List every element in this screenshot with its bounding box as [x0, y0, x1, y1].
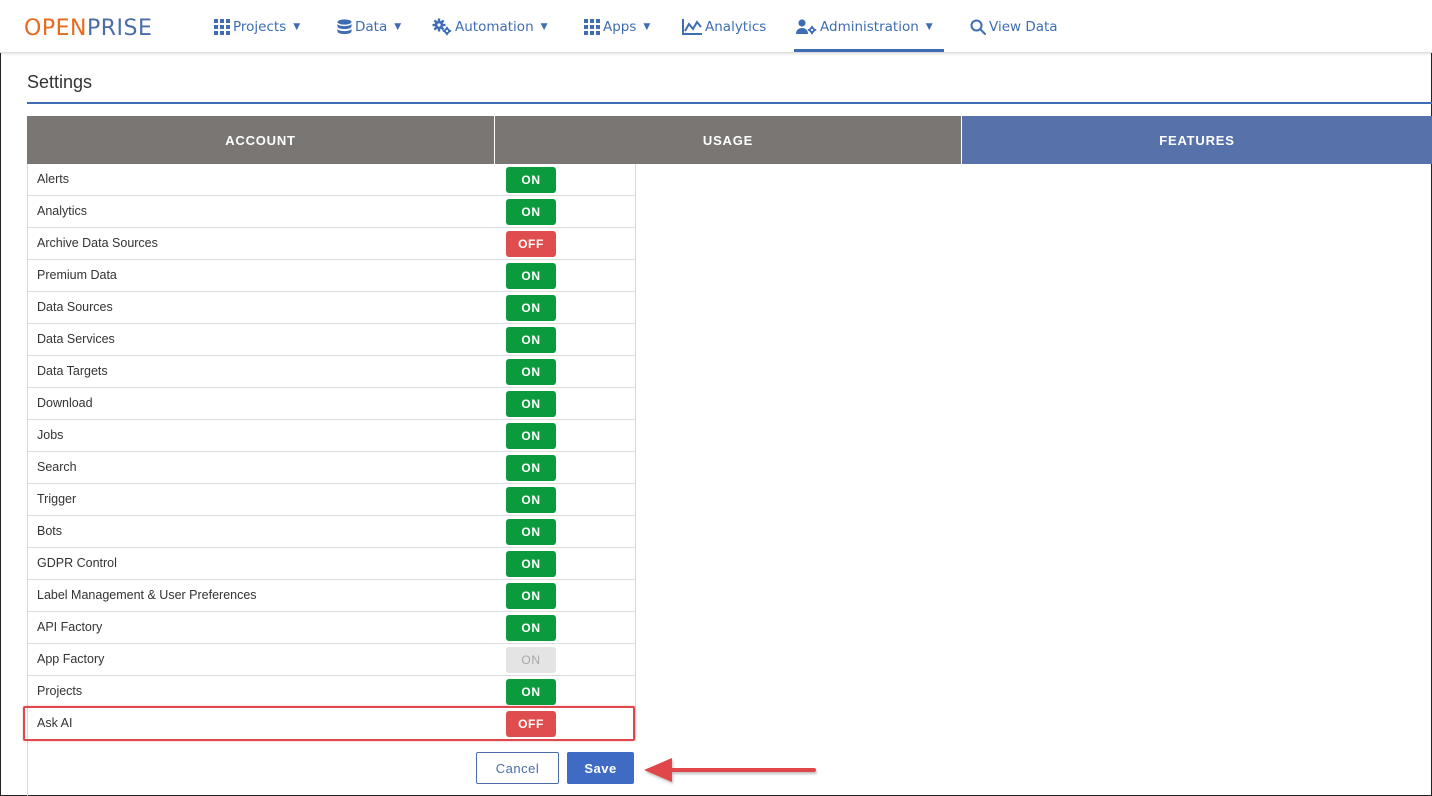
feature-label: Trigger	[37, 492, 77, 506]
feature-label: Ask AI	[37, 716, 73, 730]
feature-toggle[interactable]: ON	[506, 199, 556, 225]
user-gear-icon	[796, 19, 817, 35]
feature-label: Bots	[37, 524, 63, 538]
feature-row: App Factory ON	[28, 644, 635, 676]
feature-label: Archive Data Sources	[37, 236, 158, 250]
grid-icon	[214, 19, 230, 35]
feature-toggle[interactable]: ON	[506, 167, 556, 193]
feature-row: Data Services ON	[28, 324, 635, 356]
feature-toggle[interactable]: ON	[506, 615, 556, 641]
feature-toggle[interactable]: ON	[506, 423, 556, 449]
feature-label: Premium Data	[37, 268, 117, 282]
chevron-down-icon: ▼	[394, 22, 402, 32]
feature-toggle[interactable]: ON	[506, 519, 556, 545]
chevron-down-icon: ▼	[293, 22, 301, 32]
logo-part-open: OPEN	[24, 16, 87, 41]
feature-toggle[interactable]: ON	[506, 455, 556, 481]
nav-automation[interactable]: Automation ▼	[432, 15, 548, 39]
nav-data-label: Data	[355, 19, 388, 35]
feature-toggle[interactable]: ON	[506, 487, 556, 513]
save-button[interactable]: Save	[567, 752, 634, 784]
nav-projects-label: Projects	[233, 19, 287, 35]
feature-toggle[interactable]: ON	[506, 263, 556, 289]
chevron-down-icon: ▼	[925, 22, 933, 32]
feature-toggle[interactable]: ON	[506, 327, 556, 353]
annotation-arrow-icon	[644, 758, 816, 782]
nav-analytics-label: Analytics	[705, 19, 767, 35]
tab-account[interactable]: ACCOUNT	[27, 116, 495, 164]
feature-label: Data Services	[37, 332, 115, 346]
top-navbar: OPENPRISE Projects ▼ Data ▼ Automation ▼…	[0, 0, 1432, 53]
feature-label: Alerts	[37, 172, 69, 186]
feature-toggle[interactable]: ON	[506, 359, 556, 385]
feature-row: Archive Data Sources OFF	[28, 228, 635, 260]
feature-row: Trigger ON	[28, 484, 635, 516]
chart-icon	[682, 19, 702, 35]
feature-row: Data Targets ON	[28, 356, 635, 388]
nav-view-data[interactable]: View Data	[970, 15, 1058, 39]
feature-row: Analytics ON	[28, 196, 635, 228]
features-panel: Alerts ON Analytics ON Archive Data Sources O…	[27, 164, 1432, 796]
feature-row: Alerts ON	[28, 164, 635, 196]
cancel-button[interactable]: Cancel	[476, 752, 559, 784]
feature-row: API Factory ON	[28, 612, 635, 644]
feature-label: Label Management & User Preferences	[37, 588, 257, 602]
title-divider	[27, 102, 1432, 104]
feature-row: Bots ON	[28, 516, 635, 548]
feature-toggle[interactable]: ON	[506, 551, 556, 577]
feature-row: Label Management & User Preferences ON	[28, 580, 635, 612]
search-icon	[970, 19, 986, 35]
feature-row: Search ON	[28, 452, 635, 484]
feature-toggle[interactable]: ON	[506, 583, 556, 609]
nav-analytics[interactable]: Analytics	[682, 15, 766, 39]
feature-row: Ask AI OFF	[28, 708, 635, 740]
feature-label: Download	[37, 396, 93, 410]
logo-part-prise: PRISE	[86, 16, 153, 41]
nav-projects[interactable]: Projects ▼	[214, 15, 300, 39]
openprise-logo[interactable]: OPENPRISE	[24, 16, 152, 41]
nav-view-data-label: View Data	[989, 19, 1058, 35]
nav-apps-label: Apps	[603, 19, 637, 35]
feature-row: Premium Data ON	[28, 260, 635, 292]
gears-icon	[432, 18, 452, 36]
feature-row: Data Sources ON	[28, 292, 635, 324]
feature-toggle-table: Alerts ON Analytics ON Archive Data Sources O…	[28, 164, 636, 740]
page-title: Settings	[27, 72, 93, 92]
nav-administration-label: Administration	[820, 19, 919, 35]
feature-label: App Factory	[37, 652, 105, 666]
nav-administration[interactable]: Administration ▼	[796, 15, 933, 39]
feature-label: Analytics	[37, 204, 88, 218]
nav-automation-label: Automation	[455, 19, 534, 35]
feature-row: Download ON	[28, 388, 635, 420]
feature-toggle[interactable]: OFF	[506, 231, 556, 257]
feature-toggle[interactable]: ON	[506, 295, 556, 321]
chevron-down-icon: ▼	[540, 22, 548, 32]
nav-apps[interactable]: Apps ▼	[584, 15, 650, 39]
tab-usage[interactable]: USAGE	[495, 116, 962, 164]
grid-icon	[584, 19, 600, 35]
feature-toggle[interactable]: ON	[506, 679, 556, 705]
feature-row: Projects ON	[28, 676, 635, 708]
tab-features[interactable]: FEATURES	[962, 116, 1432, 164]
feature-row: GDPR Control ON	[28, 548, 635, 580]
feature-row: Jobs ON	[28, 420, 635, 452]
chevron-down-icon: ▼	[643, 22, 651, 32]
database-icon	[337, 19, 352, 35]
feature-label: API Factory	[37, 620, 103, 634]
feature-toggle: ON	[506, 647, 556, 673]
feature-toggle[interactable]: OFF	[506, 711, 556, 737]
feature-label: Search	[37, 460, 77, 474]
feature-label: Projects	[37, 684, 83, 698]
active-nav-indicator	[794, 49, 944, 52]
nav-data[interactable]: Data ▼	[337, 15, 401, 39]
feature-toggle[interactable]: ON	[506, 391, 556, 417]
feature-label: Data Targets	[37, 364, 108, 378]
settings-tabs: ACCOUNT USAGE FEATURES	[27, 116, 1432, 164]
feature-label: GDPR Control	[37, 556, 117, 570]
feature-label: Jobs	[37, 428, 64, 442]
feature-label: Data Sources	[37, 300, 113, 314]
